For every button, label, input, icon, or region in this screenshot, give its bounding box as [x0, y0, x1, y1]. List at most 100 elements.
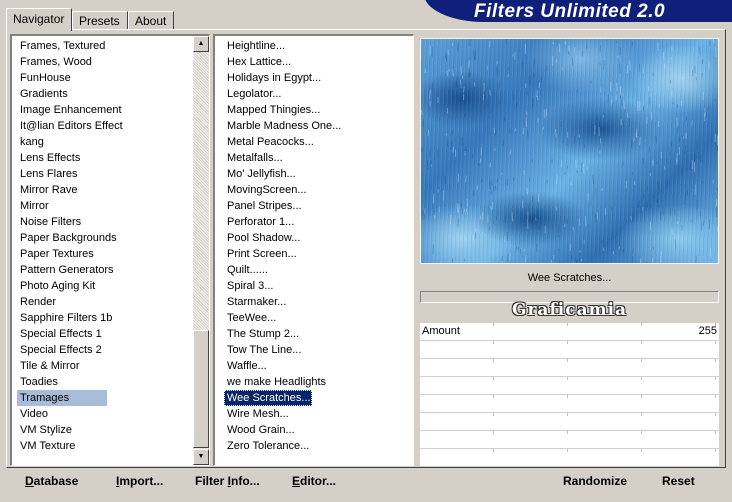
filter-item[interactable]: Pool Shadow...: [224, 230, 344, 246]
scratch-stroke: [657, 181, 660, 191]
category-item[interactable]: VM Texture: [17, 438, 126, 454]
filter-item[interactable]: MovingScreen...: [224, 182, 344, 198]
scroll-down-arrow-icon[interactable]: ▼: [193, 449, 209, 465]
category-item[interactable]: Tramages: [17, 390, 107, 406]
filter-item[interactable]: Metal Peacocks...: [224, 134, 344, 150]
scratch-stroke: [501, 261, 503, 263]
filter-item[interactable]: Starmaker...: [224, 294, 344, 310]
tab-navigator[interactable]: Navigator: [6, 8, 72, 31]
category-item[interactable]: Render: [17, 294, 126, 310]
category-item[interactable]: Photo Aging Kit: [17, 278, 126, 294]
parameter-slider[interactable]: [420, 449, 719, 467]
filter-item[interactable]: The Stump 2...: [224, 326, 344, 342]
filter-item[interactable]: Mo' Jellyfish...: [224, 166, 344, 182]
category-item[interactable]: Lens Effects: [17, 150, 126, 166]
filter-item[interactable]: Wood Grain...: [224, 422, 344, 438]
editor-button[interactable]: Editor...: [292, 474, 336, 492]
category-item[interactable]: Mirror Rave: [17, 182, 126, 198]
scratch-stroke: [592, 175, 595, 185]
scratch-stroke: [674, 208, 676, 216]
scratch-stroke: [518, 49, 521, 53]
preview-image: [420, 38, 719, 264]
scratch-stroke: [460, 202, 463, 210]
parameter-slider[interactable]: [420, 395, 719, 413]
scratch-stroke: [576, 258, 578, 263]
filter-item[interactable]: Marble Madness One...: [224, 118, 344, 134]
category-item[interactable]: kang: [17, 134, 126, 150]
scratch-stroke: [566, 131, 569, 138]
filter-item[interactable]: Quilt......: [224, 262, 344, 278]
filter-item[interactable]: Print Screen...: [224, 246, 344, 262]
randomize-button[interactable]: Randomize: [563, 474, 627, 492]
scratch-stroke: [493, 127, 496, 133]
scratch-stroke: [431, 82, 434, 92]
parameter-slider[interactable]: [420, 359, 719, 377]
filter-item[interactable]: Hex Lattice...: [224, 54, 344, 70]
filter-item[interactable]: Panel Stripes...: [224, 198, 344, 214]
filter-item[interactable]: we make Headlights: [224, 374, 344, 390]
tab-presets[interactable]: Presets: [72, 11, 128, 30]
parameter-slider[interactable]: [420, 341, 719, 359]
filter-item[interactable]: TeeWee...: [224, 310, 344, 326]
category-item[interactable]: Special Effects 2: [17, 342, 126, 358]
scratch-stroke: [489, 180, 491, 191]
filter-item[interactable]: Perforator 1...: [224, 214, 344, 230]
filter-item[interactable]: Wire Mesh...: [224, 406, 344, 422]
tab-about[interactable]: About: [128, 11, 174, 30]
filter-item[interactable]: Zero Tolerance...: [224, 438, 344, 454]
import-button[interactable]: Import...: [116, 474, 163, 492]
category-item[interactable]: Mirror: [17, 198, 126, 214]
category-item[interactable]: Toadies: [17, 374, 126, 390]
category-items: Frames, Textured Frames, Wood FunHouse Grad…: [17, 38, 126, 454]
category-item[interactable]: Lens Flares: [17, 166, 126, 182]
category-item[interactable]: Image Enhancement: [17, 102, 126, 118]
scratch-stroke: [678, 136, 681, 142]
watermark-logo: Graficamia: [511, 300, 628, 320]
filter-item[interactable]: Spiral 3...: [224, 278, 344, 294]
scratch-stroke: [607, 94, 609, 104]
filter-item[interactable]: Holidays in Egypt...: [224, 70, 344, 86]
category-item[interactable]: It@lian Editors Effect: [17, 118, 126, 134]
scratch-stroke: [658, 104, 660, 108]
filter-list[interactable]: Heightline... Hex Lattice... Holidays in E…: [213, 34, 414, 466]
filter-items: Heightline... Hex Lattice... Holidays in E…: [224, 38, 344, 454]
category-item[interactable]: Video: [17, 406, 126, 422]
parameter-slider[interactable]: [420, 413, 719, 431]
category-item[interactable]: Frames, Wood: [17, 54, 126, 70]
scratch-stroke: [511, 212, 514, 222]
category-item[interactable]: Tile & Mirror: [17, 358, 126, 374]
filter-info-button[interactable]: Filter Info...: [195, 474, 260, 492]
database-button[interactable]: Database: [25, 474, 78, 492]
scratch-stroke: [488, 226, 491, 231]
scroll-up-arrow-icon[interactable]: ▲: [193, 36, 209, 52]
filter-item[interactable]: Legolator...: [224, 86, 344, 102]
parameter-slider[interactable]: Amount 255: [420, 323, 719, 341]
reset-button[interactable]: Reset: [662, 474, 695, 492]
category-item[interactable]: Sapphire Filters 1b: [17, 310, 126, 326]
scratch-stroke: [691, 120, 693, 126]
category-item[interactable]: Paper Backgrounds: [17, 230, 126, 246]
parameter-slider[interactable]: [420, 431, 719, 449]
category-scrollbar[interactable]: ▲ ▼: [193, 36, 209, 465]
scratch-stroke: [523, 248, 525, 252]
category-item[interactable]: FunHouse: [17, 70, 126, 86]
filter-item[interactable]: Mapped Thingies...: [224, 102, 344, 118]
category-item[interactable]: Special Effects 1: [17, 326, 126, 342]
filter-item[interactable]: Tow The Line...: [224, 342, 344, 358]
filter-item[interactable]: Heightline...: [224, 38, 344, 54]
scrollbar-thumb[interactable]: [193, 330, 209, 448]
scratch-stroke: [531, 98, 534, 108]
category-item[interactable]: Pattern Generators: [17, 262, 126, 278]
scratch-stroke: [572, 226, 575, 231]
category-list[interactable]: Frames, Textured Frames, Wood FunHouse Grad…: [10, 34, 210, 466]
filter-item[interactable]: Metalfalls...: [224, 150, 344, 166]
scratch-stroke: [596, 116, 598, 125]
category-item[interactable]: VM Stylize: [17, 422, 126, 438]
parameter-slider[interactable]: [420, 377, 719, 395]
filter-item[interactable]: Waffle...: [224, 358, 344, 374]
category-item[interactable]: Noise Filters: [17, 214, 126, 230]
category-item[interactable]: Gradients: [17, 86, 126, 102]
category-item[interactable]: Paper Textures: [17, 246, 126, 262]
category-item[interactable]: Frames, Textured: [17, 38, 126, 54]
filter-item[interactable]: Wee Scratches...: [224, 390, 312, 406]
